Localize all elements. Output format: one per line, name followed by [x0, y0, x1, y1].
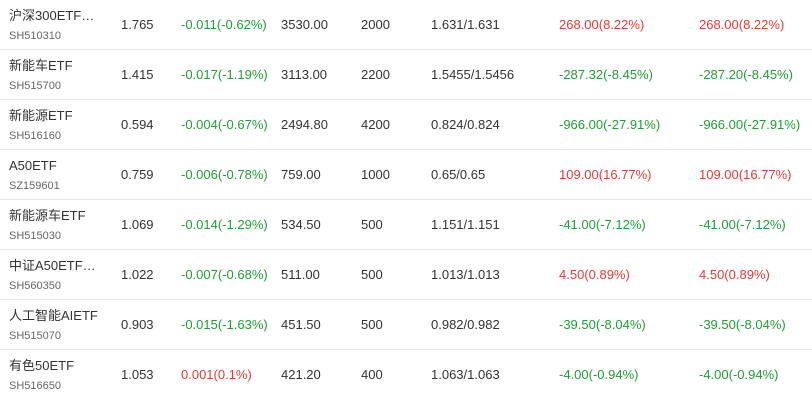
cost-price: 1.151/1.151 [431, 217, 500, 232]
holding-volume: 400 [361, 367, 383, 382]
total-profit-loss: -39.50(-8.04%) [699, 317, 786, 332]
cost-price: 0.824/0.824 [431, 117, 500, 132]
current-price: 0.759 [121, 167, 154, 182]
market-value: 534.50 [281, 217, 321, 232]
holding-volume: 500 [361, 217, 383, 232]
price-change: -0.011(-0.62%) [181, 17, 267, 32]
fund-name-cell[interactable]: 新能源车ETF SH515030 [9, 200, 109, 249]
total-profit-loss: -41.00(-7.12%) [699, 217, 786, 232]
fund-name[interactable]: 中证A50ETF… [9, 258, 109, 274]
total-profit-loss: -966.00(-27.91%) [699, 117, 801, 132]
table-row[interactable]: 中证A50ETF… SH560350 1.022 -0.007(-0.68%) … [0, 250, 812, 300]
price-change: -0.006(-0.78%) [181, 167, 268, 182]
current-price: 1.022 [121, 267, 154, 282]
profit-loss: 109.00(16.77%) [559, 167, 652, 182]
fund-name-cell[interactable]: 有色50ETF SH516650 [9, 350, 109, 399]
holding-volume: 500 [361, 267, 383, 282]
fund-name[interactable]: 有色50ETF [9, 358, 109, 374]
profit-loss: -4.00(-0.94%) [559, 367, 639, 382]
total-profit-loss: 268.00(8.22%) [699, 17, 785, 32]
market-value: 2494.80 [281, 117, 328, 132]
profit-loss: -41.00(-7.12%) [559, 217, 646, 232]
holding-volume: 4200 [361, 117, 390, 132]
current-price: 0.594 [121, 117, 154, 132]
profit-loss: 268.00(8.22%) [559, 17, 645, 32]
fund-name-cell[interactable]: 新能源ETF SH516160 [9, 100, 109, 149]
fund-name-cell[interactable]: 中证A50ETF… SH560350 [9, 250, 109, 299]
market-value: 451.50 [281, 317, 321, 332]
market-value: 759.00 [281, 167, 321, 182]
total-profit-loss: 109.00(16.77%) [699, 167, 792, 182]
fund-code: SH515700 [9, 80, 61, 92]
holding-volume: 1000 [361, 167, 390, 182]
fund-name-cell[interactable]: A50ETF SZ159601 [9, 150, 109, 199]
fund-name[interactable]: 人工智能AIETF [9, 308, 109, 324]
fund-name-cell[interactable]: 沪深300ETF… SH510310 [9, 0, 109, 49]
current-price: 1.069 [121, 217, 154, 232]
table-row[interactable]: 有色50ETF SH516650 1.053 0.001(0.1%) 421.2… [0, 350, 812, 400]
fund-name-cell[interactable]: 人工智能AIETF SH515070 [9, 300, 109, 349]
profit-loss: -966.00(-27.91%) [559, 117, 661, 132]
fund-name[interactable]: 新能车ETF [9, 58, 109, 74]
cost-price: 1.013/1.013 [431, 267, 500, 282]
cost-price: 1.631/1.631 [431, 17, 500, 32]
fund-code: SH516650 [9, 380, 61, 392]
price-change: -0.007(-0.68%) [181, 267, 268, 282]
holding-volume: 500 [361, 317, 383, 332]
table-row[interactable]: 新能源车ETF SH515030 1.069 -0.014(-1.29%) 53… [0, 200, 812, 250]
price-change: -0.015(-1.63%) [181, 317, 268, 332]
profit-loss: -39.50(-8.04%) [559, 317, 646, 332]
market-value: 421.20 [281, 367, 321, 382]
fund-code: SH510310 [9, 30, 61, 42]
fund-name-cell[interactable]: 新能车ETF SH515700 [9, 50, 109, 99]
holding-volume: 2000 [361, 17, 390, 32]
cost-price: 0.65/0.65 [431, 167, 486, 182]
market-value: 3113.00 [281, 67, 328, 82]
holdings-table: 沪深300ETF… SH510310 1.765 -0.011(-0.62%) … [0, 0, 812, 401]
profit-loss: 4.50(0.89%) [559, 267, 630, 282]
fund-name[interactable]: 沪深300ETF… [9, 8, 109, 24]
fund-code: SZ159601 [9, 180, 60, 192]
fund-code: SH515030 [9, 230, 61, 242]
price-change: -0.014(-1.29%) [181, 217, 268, 232]
fund-name[interactable]: 新能源车ETF [9, 208, 109, 224]
total-profit-loss: -287.20(-8.45%) [699, 67, 793, 82]
cost-price: 1.063/1.063 [431, 367, 500, 382]
fund-code: SH516160 [9, 130, 61, 142]
fund-code: SH515070 [9, 330, 61, 342]
price-change: -0.004(-0.67%) [181, 117, 268, 132]
current-price: 1.415 [121, 67, 154, 82]
total-profit-loss: 4.50(0.89%) [699, 267, 770, 282]
market-value: 511.00 [281, 267, 320, 282]
current-price: 1.765 [121, 17, 154, 32]
price-change: -0.017(-1.19%) [181, 67, 268, 82]
current-price: 0.903 [121, 317, 154, 332]
holding-volume: 2200 [361, 67, 390, 82]
cost-price: 1.5455/1.5456 [431, 67, 515, 82]
table-row[interactable]: 人工智能AIETF SH515070 0.903 -0.015(-1.63%) … [0, 300, 812, 350]
total-profit-loss: -4.00(-0.94%) [699, 367, 779, 382]
table-row[interactable]: 新能车ETF SH515700 1.415 -0.017(-1.19%) 311… [0, 50, 812, 100]
fund-name[interactable]: A50ETF [9, 158, 109, 174]
table-row[interactable]: 沪深300ETF… SH510310 1.765 -0.011(-0.62%) … [0, 0, 812, 50]
table-row[interactable]: 新能源ETF SH516160 0.594 -0.004(-0.67%) 249… [0, 100, 812, 150]
profit-loss: -287.32(-8.45%) [559, 67, 653, 82]
price-change: 0.001(0.1%) [181, 367, 252, 382]
table-row[interactable]: A50ETF SZ159601 0.759 -0.006(-0.78%) 759… [0, 150, 812, 200]
current-price: 1.053 [121, 367, 154, 382]
fund-code: SH560350 [9, 280, 61, 292]
cost-price: 0.982/0.982 [431, 317, 500, 332]
market-value: 3530.00 [281, 17, 328, 32]
fund-name[interactable]: 新能源ETF [9, 108, 109, 124]
